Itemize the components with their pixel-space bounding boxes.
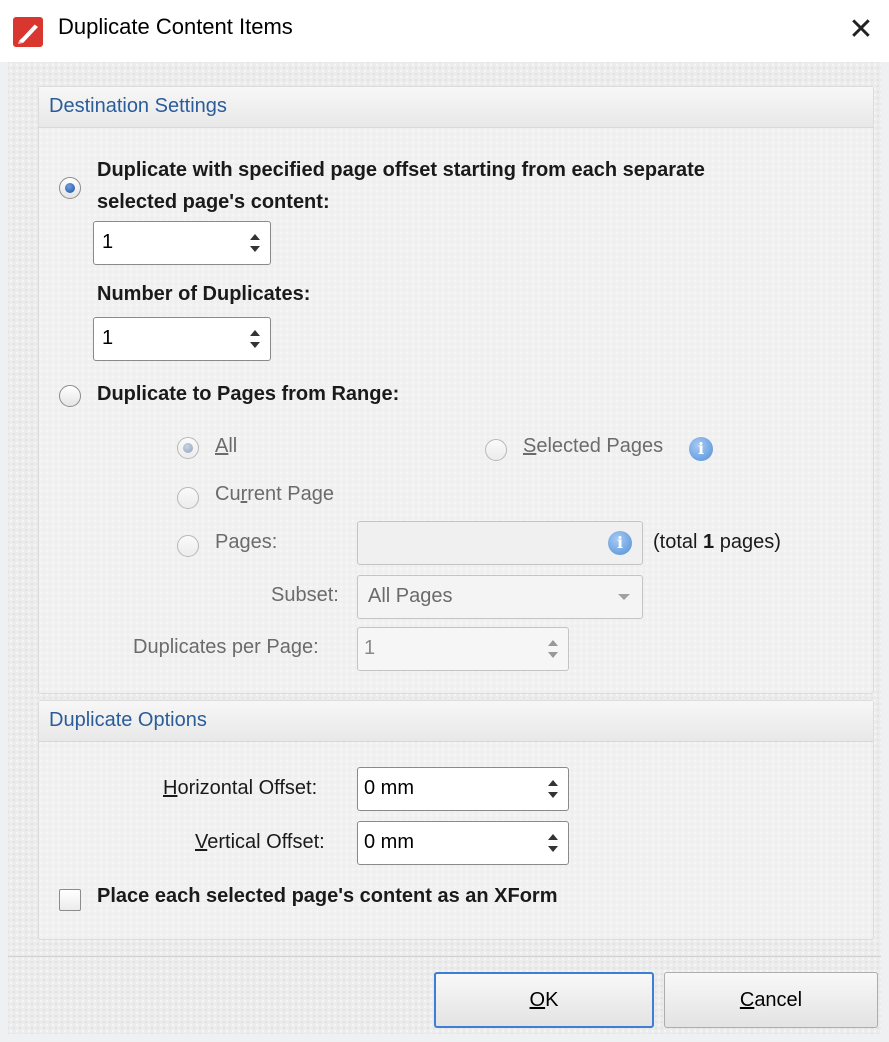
xform-label[interactable]: Place each selected page's content as an… <box>97 885 558 908</box>
horizontal-offset-value: 0 mm <box>364 777 414 799</box>
range-selected-pages-radio[interactable] <box>485 439 507 461</box>
number-of-duplicates-label: Number of Duplicates: <box>97 283 311 305</box>
duplicate-options-group: Duplicate Options Horizontal Offset: 0 m… <box>38 700 874 940</box>
xform-checkbox[interactable] <box>59 889 81 911</box>
number-of-duplicates-stepper[interactable]: 1 <box>93 317 271 361</box>
range-option-radio[interactable] <box>59 385 81 407</box>
destination-settings-group: Destination Settings Duplicate with spec… <box>38 86 874 694</box>
total-pages-text: (total 1 pages) <box>653 531 781 554</box>
group-header: Duplicate Options <box>39 701 873 742</box>
range-pages-label[interactable]: Pages: <box>215 531 277 554</box>
footer-divider <box>8 956 881 957</box>
spin-arrows-icon[interactable] <box>546 636 560 662</box>
label-text: elected Pages <box>536 435 664 457</box>
title-bar: Duplicate Content Items ✕ <box>0 0 889 62</box>
range-selected-pages-label[interactable]: Selected Pages <box>523 435 663 458</box>
spin-arrows-icon[interactable] <box>546 776 560 802</box>
spin-arrows-icon[interactable] <box>248 230 262 256</box>
label-text: ll <box>228 435 238 457</box>
label-text: ertical Offset: <box>207 831 325 853</box>
range-pages-radio[interactable] <box>177 535 199 557</box>
ok-button[interactable]: OK <box>434 972 654 1028</box>
group-header: Destination Settings <box>39 87 873 128</box>
subset-value: All Pages <box>368 585 453 607</box>
range-current-page-label[interactable]: Current Page <box>215 483 334 506</box>
subset-dropdown[interactable]: All Pages <box>357 575 643 619</box>
button-label: K <box>545 989 559 1011</box>
duplicate-options-title: Duplicate Options <box>49 709 207 731</box>
page-offset-stepper[interactable]: 1 <box>93 221 271 265</box>
label-text: Cu <box>215 483 241 505</box>
cancel-button[interactable]: Cancel <box>664 972 878 1028</box>
mnemonic: A <box>215 435 229 457</box>
spin-arrows-icon[interactable] <box>546 830 560 856</box>
total-count: 1 <box>703 531 715 553</box>
mnemonic: H <box>163 777 178 799</box>
mnemonic: S <box>523 435 537 457</box>
duplicate-content-dialog: Duplicate Content Items ✕ Destination Se… <box>0 0 889 1042</box>
vertical-offset-stepper[interactable]: 0 mm <box>357 821 569 865</box>
range-all-label[interactable]: All <box>215 435 237 458</box>
offset-option-radio[interactable] <box>59 177 81 199</box>
horizontal-offset-label: Horizontal Offset: <box>163 777 317 800</box>
horizontal-offset-stepper[interactable]: 0 mm <box>357 767 569 811</box>
total-suffix: pages) <box>714 531 781 553</box>
page-offset-value: 1 <box>102 231 114 253</box>
button-label: ancel <box>754 989 803 1011</box>
radio-selected-dot <box>183 443 193 453</box>
range-all-radio[interactable] <box>177 437 199 459</box>
spin-arrows-icon[interactable] <box>248 326 262 352</box>
offset-option-label-line1[interactable]: Duplicate with specified page offset sta… <box>97 159 705 182</box>
duplicates-per-page-label: Duplicates per Page: <box>133 636 319 658</box>
duplicates-per-page-stepper[interactable]: 1 <box>357 627 569 671</box>
mnemonic: O <box>529 989 546 1011</box>
number-of-duplicates-value: 1 <box>102 327 114 349</box>
chevron-down-icon <box>618 594 630 600</box>
dialog-body: Destination Settings Duplicate with spec… <box>8 62 881 1034</box>
range-current-page-radio[interactable] <box>177 487 199 509</box>
duplicates-per-page-value: 1 <box>364 637 376 659</box>
pages-range-info-icon[interactable]: i <box>608 531 632 555</box>
range-option-label[interactable]: Duplicate to Pages from Range: <box>97 383 399 406</box>
label-text: rent Page <box>247 483 334 505</box>
label-text: orizontal Offset: <box>177 777 318 799</box>
offset-option-label-line2[interactable]: selected page's content: <box>97 191 330 214</box>
mnemonic: V <box>195 831 208 853</box>
vertical-offset-label: Vertical Offset: <box>195 831 325 854</box>
destination-settings-title: Destination Settings <box>49 95 227 117</box>
vertical-offset-value: 0 mm <box>364 831 414 853</box>
mnemonic: C <box>739 989 755 1011</box>
subset-label: Subset: <box>271 584 339 606</box>
close-icon: ✕ <box>848 13 874 46</box>
window-title: Duplicate Content Items <box>58 14 293 39</box>
radio-selected-dot <box>65 183 75 193</box>
pdf-pen-app-icon <box>13 17 43 47</box>
close-button[interactable]: ✕ <box>841 8 881 52</box>
pages-range-input[interactable]: i <box>357 521 643 565</box>
selected-pages-info-icon[interactable]: i <box>689 437 713 461</box>
total-prefix: (total <box>653 531 704 553</box>
